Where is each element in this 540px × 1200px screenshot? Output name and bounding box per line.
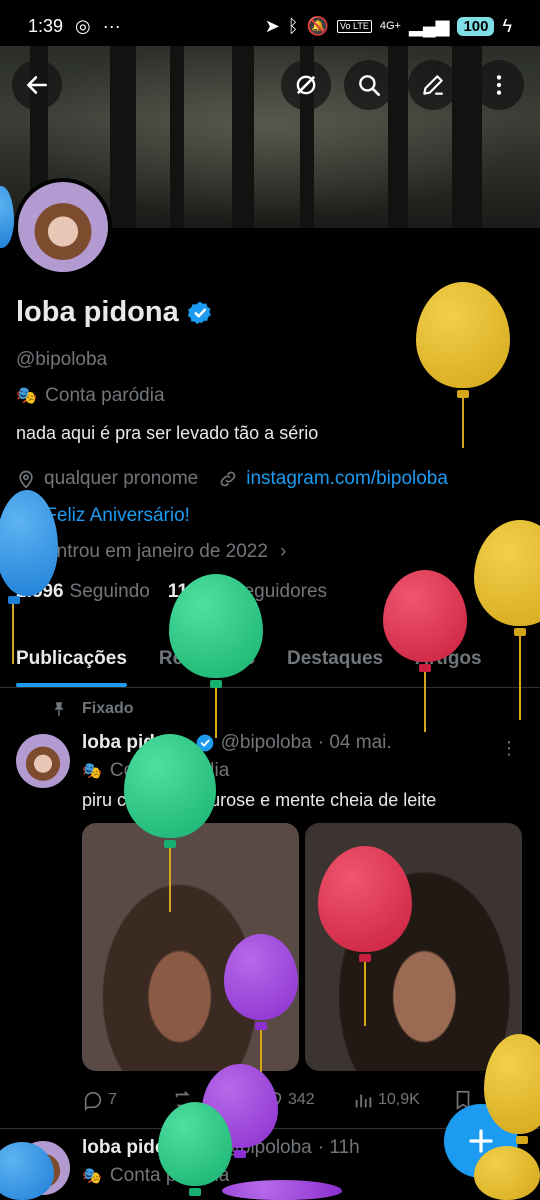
retweet-icon — [175, 1091, 191, 1109]
following-label[interactable]: Seguindo — [70, 581, 150, 603]
reply-count: 7 — [108, 1091, 117, 1108]
tweet-text: piru cheio de neurose e mente cheia de l… — [82, 790, 437, 810]
bluetooth-icon: ᛒ — [287, 15, 299, 36]
share-icon[interactable] — [496, 1089, 518, 1111]
like-count: 342 — [288, 1091, 315, 1108]
arrow-left-icon — [27, 76, 47, 94]
tweet-parody-label: Conta paródia — [109, 1165, 230, 1186]
mask-icon: 🎭 — [16, 386, 38, 405]
tab-destaques[interactable]: Destaques — [271, 630, 399, 687]
mask-icon: 🎭 — [82, 1168, 102, 1185]
mask-icon: 🎭 — [82, 763, 102, 780]
reply-icon — [84, 1091, 102, 1111]
tweet-author-name[interactable]: loba pidona — [82, 1137, 189, 1159]
tweet-avatar[interactable] — [16, 734, 70, 788]
profile-info: loba pidona @bipoloba 🎭 Conta paródia na… — [16, 296, 526, 603]
verified-badge-icon — [196, 734, 213, 752]
views-icon — [355, 1094, 372, 1108]
pinned-label: Fixado — [82, 700, 134, 717]
plus-icon — [469, 1129, 493, 1153]
following-count[interactable]: 2.596 — [16, 581, 64, 603]
verified-badge-icon[interactable] — [187, 300, 213, 326]
birthday-text: Feliz Aniversário! — [45, 504, 190, 526]
tweet-parody-label: Conta paródia — [109, 760, 230, 781]
pinned-indicator: Fixado — [50, 700, 134, 718]
tweet-author-handle[interactable]: @bipoloba — [221, 1137, 312, 1159]
more-options-button[interactable] — [474, 60, 524, 110]
heart-icon — [264, 1092, 282, 1109]
profile-tabs: Publicações Respostas Destaques Artigos — [0, 630, 540, 688]
views-button[interactable]: 10,9K — [352, 1089, 452, 1111]
grok-icon — [296, 75, 316, 95]
profile-bio: nada aqui é pra ser levado tão a sério — [16, 423, 319, 443]
link-icon — [220, 471, 236, 487]
retweet-button[interactable] — [172, 1089, 262, 1111]
volte-icon: Vo LTE — [337, 19, 372, 33]
edit-icon — [423, 75, 443, 95]
tweet-author-handle[interactable]: @bipoloba — [221, 732, 312, 754]
views-count: 10,9K — [378, 1091, 420, 1108]
tweet-media — [82, 823, 522, 1071]
search-icon — [359, 75, 381, 97]
profile-link[interactable]: instagram.com/bipoloba — [246, 468, 448, 490]
tweet-avatar[interactable] — [16, 1141, 70, 1195]
overflow-icon: ··· — [102, 15, 121, 36]
search-button[interactable] — [344, 60, 394, 110]
mute-icon: 🔕 — [306, 15, 330, 36]
verified-badge-icon — [196, 1139, 213, 1157]
tweet-author-name[interactable]: loba pidona — [82, 732, 189, 754]
calendar-icon — [17, 544, 35, 561]
tweet-more-icon[interactable]: ⋮ — [500, 738, 518, 759]
more-vertical-icon — [496, 75, 502, 95]
tab-publicacoes[interactable]: Publicações — [0, 630, 143, 687]
tweet-time: · 11h — [317, 1137, 360, 1158]
battery-indicator: 100 — [457, 16, 495, 36]
parody-label: Conta paródia — [45, 385, 165, 406]
tweet-time: · 04 mai. — [317, 732, 392, 753]
like-button[interactable]: 342 — [262, 1089, 352, 1111]
status-time: 1:39 — [28, 15, 64, 36]
compose-button[interactable] — [444, 1104, 518, 1178]
tab-respostas[interactable]: Respostas — [143, 630, 271, 687]
charging-icon: ϟ — [502, 15, 512, 36]
joined-text: Entrou em janeiro de 2022 — [44, 541, 268, 562]
location-status-icon: ➤ — [264, 15, 280, 36]
tab-artigos[interactable]: Artigos — [399, 630, 498, 687]
profile-name: loba pidona — [16, 296, 179, 328]
signal-label: 4G+ — [379, 20, 401, 32]
profile-handle: @bipoloba — [16, 349, 108, 370]
location-icon — [19, 470, 33, 489]
profile-avatar[interactable] — [14, 178, 112, 276]
grok-button[interactable] — [281, 60, 331, 110]
chevron-right-icon[interactable]: › — [280, 541, 286, 563]
tweet-photo-2[interactable] — [305, 823, 522, 1071]
pronoun-text: qualquer pronome — [44, 468, 199, 489]
back-button[interactable] — [12, 60, 62, 110]
signal-icon: ▂▄▆ — [408, 15, 450, 36]
followers-count[interactable]: 11.310 — [168, 581, 225, 603]
balloon-icon: ◯ — [16, 505, 38, 526]
followers-label[interactable]: Seguidores — [231, 581, 327, 603]
edit-button[interactable] — [408, 60, 458, 110]
tweet-photo-1[interactable] — [82, 823, 299, 1071]
status-bar: 1:39 ◎ ··· ➤ ᛒ 🔕 Vo LTE 4G+ ▂▄▆ 100 ϟ — [0, 0, 540, 52]
pin-icon — [54, 702, 64, 716]
hotspot-icon: ◎ — [75, 15, 91, 36]
reply-button[interactable]: 7 — [82, 1089, 172, 1111]
tweet-actions: 7 342 10,9K — [82, 1089, 522, 1111]
